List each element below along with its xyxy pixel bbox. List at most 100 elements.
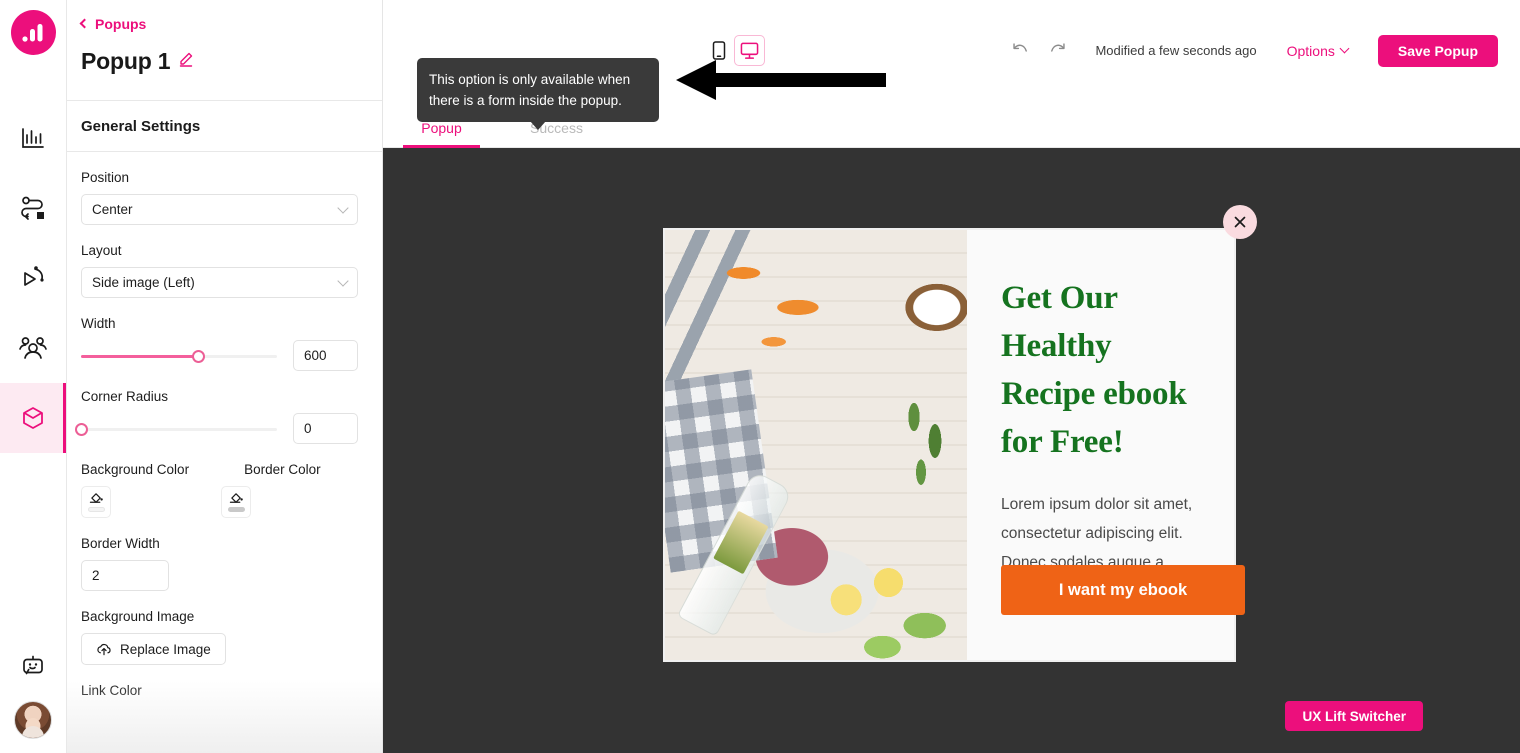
- device-toggle: [703, 35, 765, 66]
- package-box-icon: [23, 407, 43, 429]
- popup-heading[interactable]: Get Our Healthy Recipe ebook for Free!: [1001, 274, 1200, 466]
- layout-label: Layout: [81, 243, 122, 258]
- background-color-picker[interactable]: [81, 486, 111, 518]
- sidebar-item-popups[interactable]: [0, 383, 66, 453]
- popup-builder-app: Popups Popup 1 General Settings Position…: [0, 0, 1520, 753]
- link-color-label: Link Color: [81, 683, 142, 698]
- background-color-swatch: [87, 507, 105, 512]
- field-layout: Layout Side image (Left): [81, 243, 368, 298]
- sidebar-item-audience[interactable]: [0, 313, 66, 383]
- sidebar-item-campaigns[interactable]: [0, 243, 66, 313]
- bar-chart-logo-icon: [22, 23, 43, 42]
- options-menu-button[interactable]: Options: [1286, 42, 1350, 59]
- page-title: Popup 1: [81, 48, 171, 74]
- replace-image-button[interactable]: Replace Image: [81, 633, 226, 665]
- device-mobile-button[interactable]: [703, 35, 734, 66]
- herb-sprig: [893, 393, 963, 514]
- rail-nav: [0, 103, 66, 453]
- field-border-width: Border Width 2: [81, 536, 368, 591]
- options-label: Options: [1286, 42, 1335, 59]
- panel-header: Popups Popup 1: [67, 0, 382, 100]
- audience-people-icon: [19, 337, 47, 359]
- position-select[interactable]: Center: [81, 194, 358, 225]
- campaign-rocket-icon: [24, 266, 44, 286]
- width-slider[interactable]: [81, 348, 277, 364]
- close-x-icon: [1234, 216, 1246, 228]
- sidebar-item-analytics[interactable]: [0, 103, 66, 173]
- breadcrumb-label: Popups: [95, 16, 147, 32]
- desktop-monitor-icon: [740, 42, 759, 59]
- chevron-down-icon: [1339, 43, 1350, 54]
- save-popup-button[interactable]: Save Popup: [1377, 34, 1498, 67]
- undo-button[interactable]: [1011, 41, 1030, 60]
- color-labels: Background Color Border Color: [81, 462, 368, 486]
- replace-image-label: Replace Image: [120, 641, 211, 657]
- analytics-bar-chart-icon: [22, 128, 44, 148]
- border-width-input[interactable]: 2: [81, 560, 169, 591]
- border-color-picker[interactable]: [221, 486, 251, 518]
- chevron-left-icon: [79, 18, 90, 29]
- corner-radius-slider[interactable]: [75, 421, 277, 437]
- field-corner-radius: Corner Radius 0: [75, 389, 368, 444]
- device-desktop-button[interactable]: [734, 35, 765, 66]
- width-slider-knob[interactable]: [191, 349, 205, 363]
- ux-lift-switcher-button[interactable]: UX Lift Switcher: [1285, 701, 1423, 731]
- paint-bucket-icon: [229, 493, 243, 503]
- undo-arrow-icon: [1013, 43, 1028, 52]
- layout-select[interactable]: Side image (Left): [81, 267, 358, 298]
- mobile-phone-icon: [712, 41, 725, 60]
- chevron-down-icon: [337, 274, 349, 287]
- popup-content: Get Our Healthy Recipe ebook for Free! L…: [967, 230, 1245, 660]
- rail-bottom-actions: [0, 655, 66, 739]
- position-value: Center: [92, 202, 133, 217]
- border-color-label: Border Color: [244, 462, 321, 477]
- width-slider-fill: [81, 354, 199, 358]
- pencil-edit-icon[interactable]: [178, 51, 194, 72]
- sidebar-item-support-bot[interactable]: [20, 655, 46, 679]
- breadcrumb[interactable]: Popups: [79, 16, 382, 32]
- position-label: Position: [81, 170, 130, 185]
- field-colors: Background Color Border Color: [81, 462, 368, 518]
- account-avatar[interactable]: [14, 701, 52, 739]
- paint-bucket-icon: [89, 493, 103, 503]
- border-width-label: Border Width: [81, 536, 160, 551]
- width-row: 600: [81, 340, 368, 371]
- background-color-label: Background Color: [81, 462, 190, 477]
- popup-preview[interactable]: Get Our Healthy Recipe ebook for Free! L…: [663, 205, 1257, 662]
- width-label: Width: [81, 316, 116, 331]
- corner-radius-slider-track: [81, 427, 277, 431]
- field-position: Position Center: [81, 170, 368, 225]
- sidebar-item-journeys[interactable]: [0, 173, 66, 243]
- title-row: Popup 1: [81, 48, 382, 75]
- popup-cta-button[interactable]: I want my ebook: [1001, 565, 1245, 615]
- border-color-swatch: [227, 507, 245, 512]
- corner-radius-slider-knob[interactable]: [75, 422, 88, 436]
- popup-side-image[interactable]: [665, 230, 967, 660]
- width-input[interactable]: 600: [293, 340, 358, 371]
- tab-popup[interactable]: Popup: [403, 120, 480, 148]
- popup-close-button[interactable]: [1223, 205, 1257, 239]
- field-background-image: Background Image Replace Image: [81, 609, 368, 665]
- redo-arrow-icon: [1051, 43, 1066, 52]
- device-toggle-tooltip: This option is only available when there…: [417, 58, 659, 130]
- chat-bot-smiley-icon: [23, 655, 43, 675]
- color-swatches: [81, 486, 368, 518]
- primary-icon-rail: [0, 0, 67, 753]
- panel-section-title: General Settings: [67, 100, 382, 152]
- corner-radius-input[interactable]: 0: [293, 413, 358, 444]
- field-link-color: Link Color: [81, 683, 368, 698]
- general-settings-panel: Popups Popup 1 General Settings Position…: [67, 0, 383, 753]
- chevron-down-icon: [337, 201, 349, 214]
- preview-canvas: Get Our Healthy Recipe ebook for Free! L…: [383, 148, 1520, 753]
- redo-button[interactable]: [1048, 41, 1067, 60]
- corner-radius-label: Corner Radius: [81, 389, 169, 404]
- cloud-upload-icon: [97, 643, 111, 655]
- corner-radius-row: 0: [75, 413, 368, 444]
- field-width: Width 600: [81, 316, 368, 371]
- panel-fields: Position Center Layout Side image (Left)…: [67, 152, 382, 698]
- app-logo[interactable]: [10, 10, 56, 55]
- background-image-label: Background Image: [81, 609, 195, 624]
- history-controls: [1011, 41, 1067, 60]
- last-modified-status: Modified a few seconds ago: [1095, 43, 1257, 58]
- layout-value: Side image (Left): [92, 275, 195, 290]
